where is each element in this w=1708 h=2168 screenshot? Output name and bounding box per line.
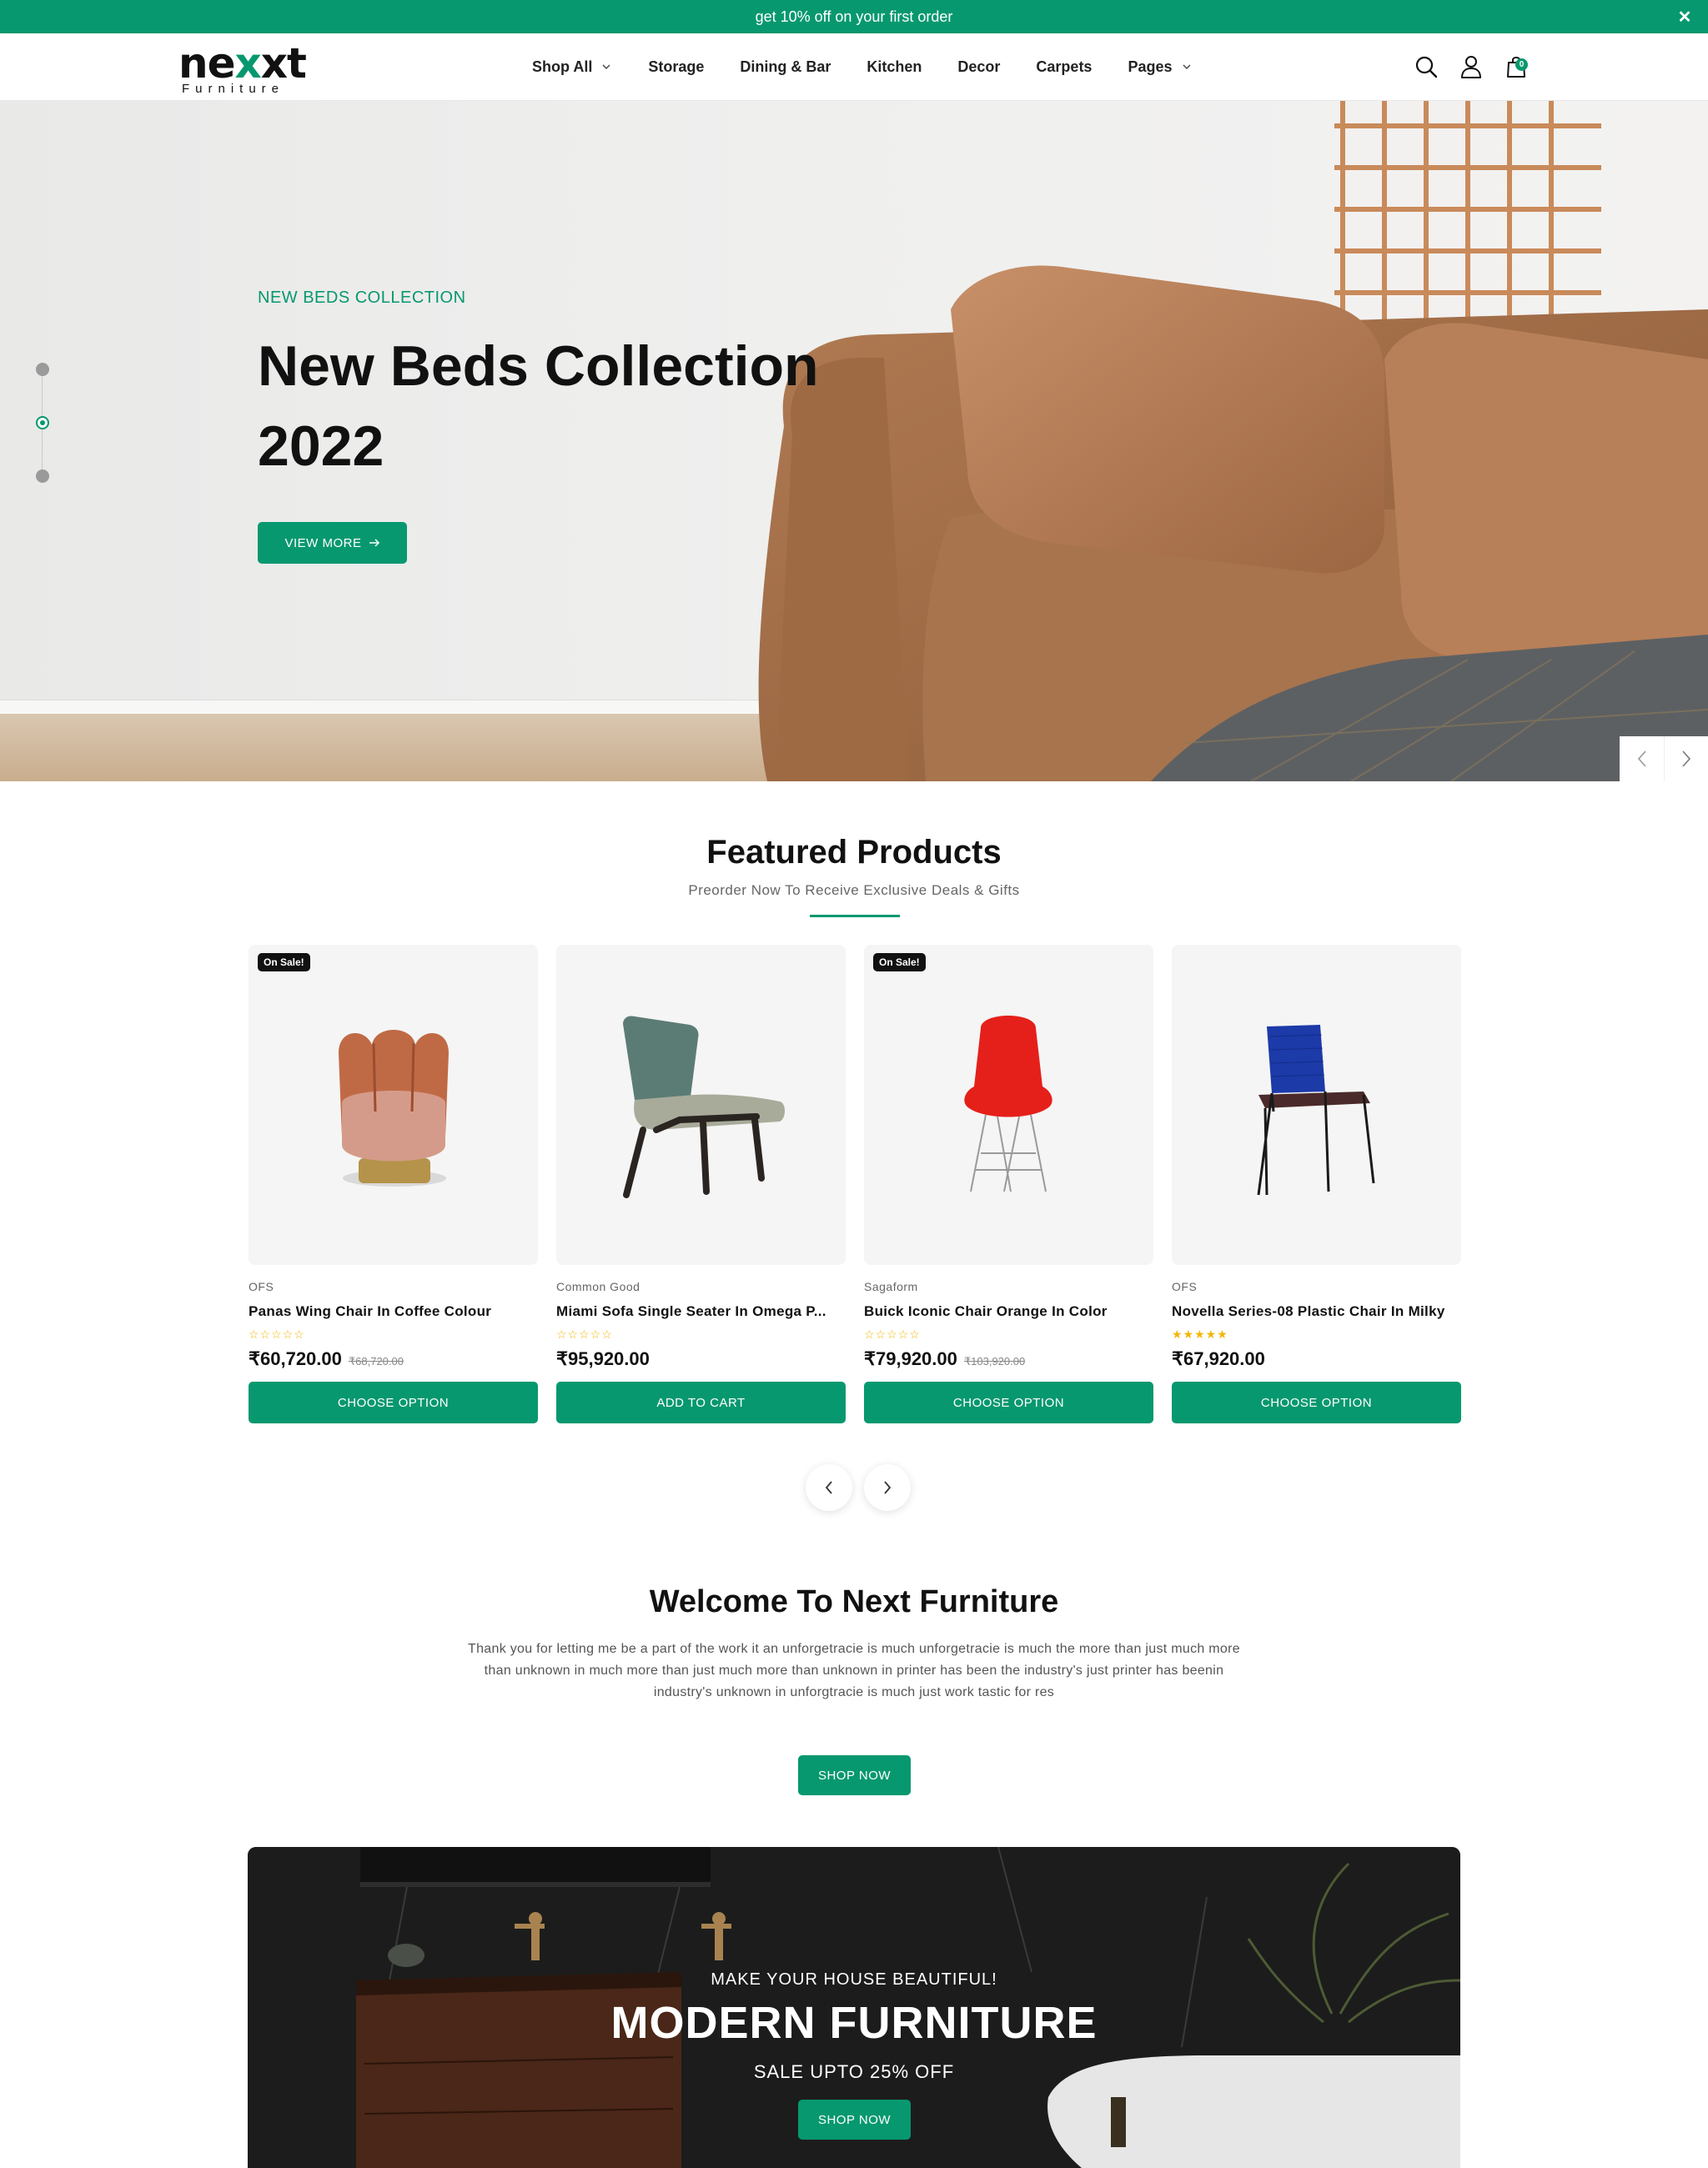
main-nav: Shop All Storage Dining & Bar Kitchen De… [532, 33, 1228, 100]
sale-badge: On Sale! [258, 953, 310, 971]
product-name[interactable]: Miami Sofa Single Seater In Omega P... [556, 1303, 846, 1320]
nav-item-storage[interactable]: Storage [648, 58, 704, 76]
wing-chair-image [339, 1030, 449, 1187]
shop-now-button[interactable]: SHOP NOW [798, 1755, 911, 1795]
logo[interactable]: nexxt Furniture [178, 39, 307, 96]
banner-shop-now-button[interactable]: SHOP NOW [798, 2100, 911, 2140]
nav-item-carpets[interactable]: Carpets [1036, 58, 1092, 76]
logo-wordmark: nexxt [178, 39, 307, 88]
close-icon[interactable]: ✕ [1675, 7, 1695, 27]
title-underline [810, 915, 900, 917]
star-icon: ☆☆☆☆☆ [864, 1327, 921, 1341]
choose-option-button[interactable]: CHOOSE OPTION [864, 1382, 1153, 1423]
logo-tagline: Furniture [182, 82, 285, 96]
product-card: Common Good Miami Sofa Single Seater In … [556, 945, 846, 1423]
chevron-right-icon [884, 1481, 892, 1494]
product-card: On Sale! Sagaform Buick Iconic Chair Ora… [864, 945, 1153, 1423]
product-vendor[interactable]: Sagaform [864, 1280, 1153, 1293]
product-name[interactable]: Panas Wing Chair In Coffee Colour [249, 1303, 538, 1320]
product-price: ₹60,720.00 ₹68,720.00 [249, 1348, 538, 1370]
choose-option-button[interactable]: CHOOSE OPTION [249, 1382, 538, 1423]
product-image[interactable] [1172, 945, 1461, 1265]
product-price: ₹95,920.00 [556, 1348, 846, 1370]
product-card: On Sale! OFS Panas Wing Chair In Coffee … [249, 945, 538, 1423]
promo-banner: MAKE YOUR HOUSE BEAUTIFUL! MODERN FURNIT… [248, 1847, 1460, 2168]
featured-title: Featured Products [706, 834, 1002, 871]
product-name[interactable]: Buick Iconic Chair Orange In Color [864, 1303, 1153, 1320]
banner-kicker: MAKE YOUR HOUSE BEAUTIFUL! [711, 1970, 997, 1989]
cart-count-badge: 0 [1515, 58, 1528, 71]
star-icon: ☆☆☆☆☆ [249, 1327, 305, 1341]
carousel-next-button[interactable] [864, 1464, 911, 1511]
product-image[interactable]: On Sale! [864, 945, 1153, 1265]
carousel-prev-button[interactable] [806, 1464, 852, 1511]
hero-next-arrow-icon[interactable] [1664, 736, 1708, 781]
announcement-text: get 10% off on your first order [755, 8, 953, 25]
welcome-text: Thank you for letting me be a part of th… [468, 1642, 1240, 1699]
announcement-bar: get 10% off on your first order ✕ [0, 0, 1708, 33]
slide-dot-2[interactable] [36, 416, 49, 429]
chevron-down-icon [1181, 61, 1193, 73]
arrow-right-icon [369, 539, 379, 547]
product-image[interactable]: On Sale! [249, 945, 538, 1265]
hero-slider: NEW BEDS COLLECTION New Beds Collection … [0, 101, 1708, 781]
welcome-title: Welcome To Next Furniture [649, 1584, 1059, 1619]
view-more-button[interactable]: VIEW MORE [258, 522, 407, 564]
user-icon[interactable] [1458, 50, 1484, 83]
rating-stars: ☆☆☆☆☆ [556, 1327, 846, 1341]
product-price: ₹67,920.00 [1172, 1348, 1461, 1370]
price-current: ₹67,920.00 [1172, 1348, 1265, 1369]
header-actions: 0 [1413, 50, 1530, 83]
hero-sofa-image [758, 265, 1708, 781]
product-image[interactable] [556, 945, 846, 1265]
nav-item-shop-all[interactable]: Shop All [532, 58, 612, 76]
hero-prev-arrow-icon[interactable] [1620, 736, 1664, 781]
rating-stars: ☆☆☆☆☆ [249, 1327, 538, 1341]
product-vendor[interactable]: Common Good [556, 1280, 846, 1293]
product-name[interactable]: Novella Series-08 Plastic Chair In Milky [1172, 1303, 1461, 1320]
site-header: nexxt Furniture Shop All Storage Dining … [0, 33, 1708, 101]
nav-item-dining-bar[interactable]: Dining & Bar [740, 58, 831, 76]
price-current: ₹60,720.00 [249, 1348, 342, 1369]
product-card: OFS Novella Series-08 Plastic Chair In M… [1172, 945, 1461, 1423]
featured-subtitle: Preorder Now To Receive Exclusive Deals … [688, 882, 1020, 898]
price-compare: ₹103,920.00 [963, 1355, 1026, 1368]
eames-chair-image [964, 1016, 1052, 1192]
hero-baseboard [0, 700, 834, 715]
banner-subtitle: SALE UPTO 25% OFF [753, 2061, 955, 2082]
price-current: ₹95,920.00 [556, 1348, 650, 1369]
nav-item-kitchen[interactable]: Kitchen [867, 58, 922, 76]
sale-badge: On Sale! [873, 953, 926, 971]
choose-option-button[interactable]: CHOOSE OPTION [1172, 1382, 1461, 1423]
product-price: ₹79,920.00 ₹103,920.00 [864, 1348, 1153, 1370]
nav-item-pages[interactable]: Pages [1128, 58, 1192, 76]
shopping-bag-icon[interactable]: 0 [1503, 50, 1530, 83]
product-vendor[interactable]: OFS [1172, 1280, 1461, 1293]
rating-stars: ☆☆☆☆☆ [864, 1327, 1153, 1341]
novella-chair-image [1257, 1025, 1375, 1196]
hero-slide-dots [33, 359, 52, 493]
star-icon: ☆☆☆☆☆ [556, 1327, 613, 1341]
price-compare: ₹68,720.00 [348, 1355, 404, 1368]
lounge-chair-image [623, 1016, 785, 1198]
slide-dot-3[interactable] [36, 469, 49, 483]
search-icon[interactable] [1413, 50, 1439, 83]
star-icon: ★★★★★ [1172, 1327, 1228, 1341]
slide-dot-1[interactable] [36, 363, 49, 376]
banner-title: MODERN FURNITURE [610, 1998, 1098, 2048]
nav-item-decor[interactable]: Decor [957, 58, 1000, 76]
price-current: ₹79,920.00 [864, 1348, 957, 1369]
chevron-left-icon [825, 1481, 832, 1494]
chevron-down-icon [600, 61, 612, 73]
rating-stars: ★★★★★ [1172, 1327, 1461, 1341]
product-vendor[interactable]: OFS [249, 1280, 538, 1293]
hero-title: New Beds Collection 2022 [258, 334, 819, 478]
hero-subtitle: NEW BEDS COLLECTION [258, 289, 466, 307]
add-to-cart-button[interactable]: ADD TO CART [556, 1382, 846, 1423]
hero-arrow-controls [1620, 736, 1708, 781]
